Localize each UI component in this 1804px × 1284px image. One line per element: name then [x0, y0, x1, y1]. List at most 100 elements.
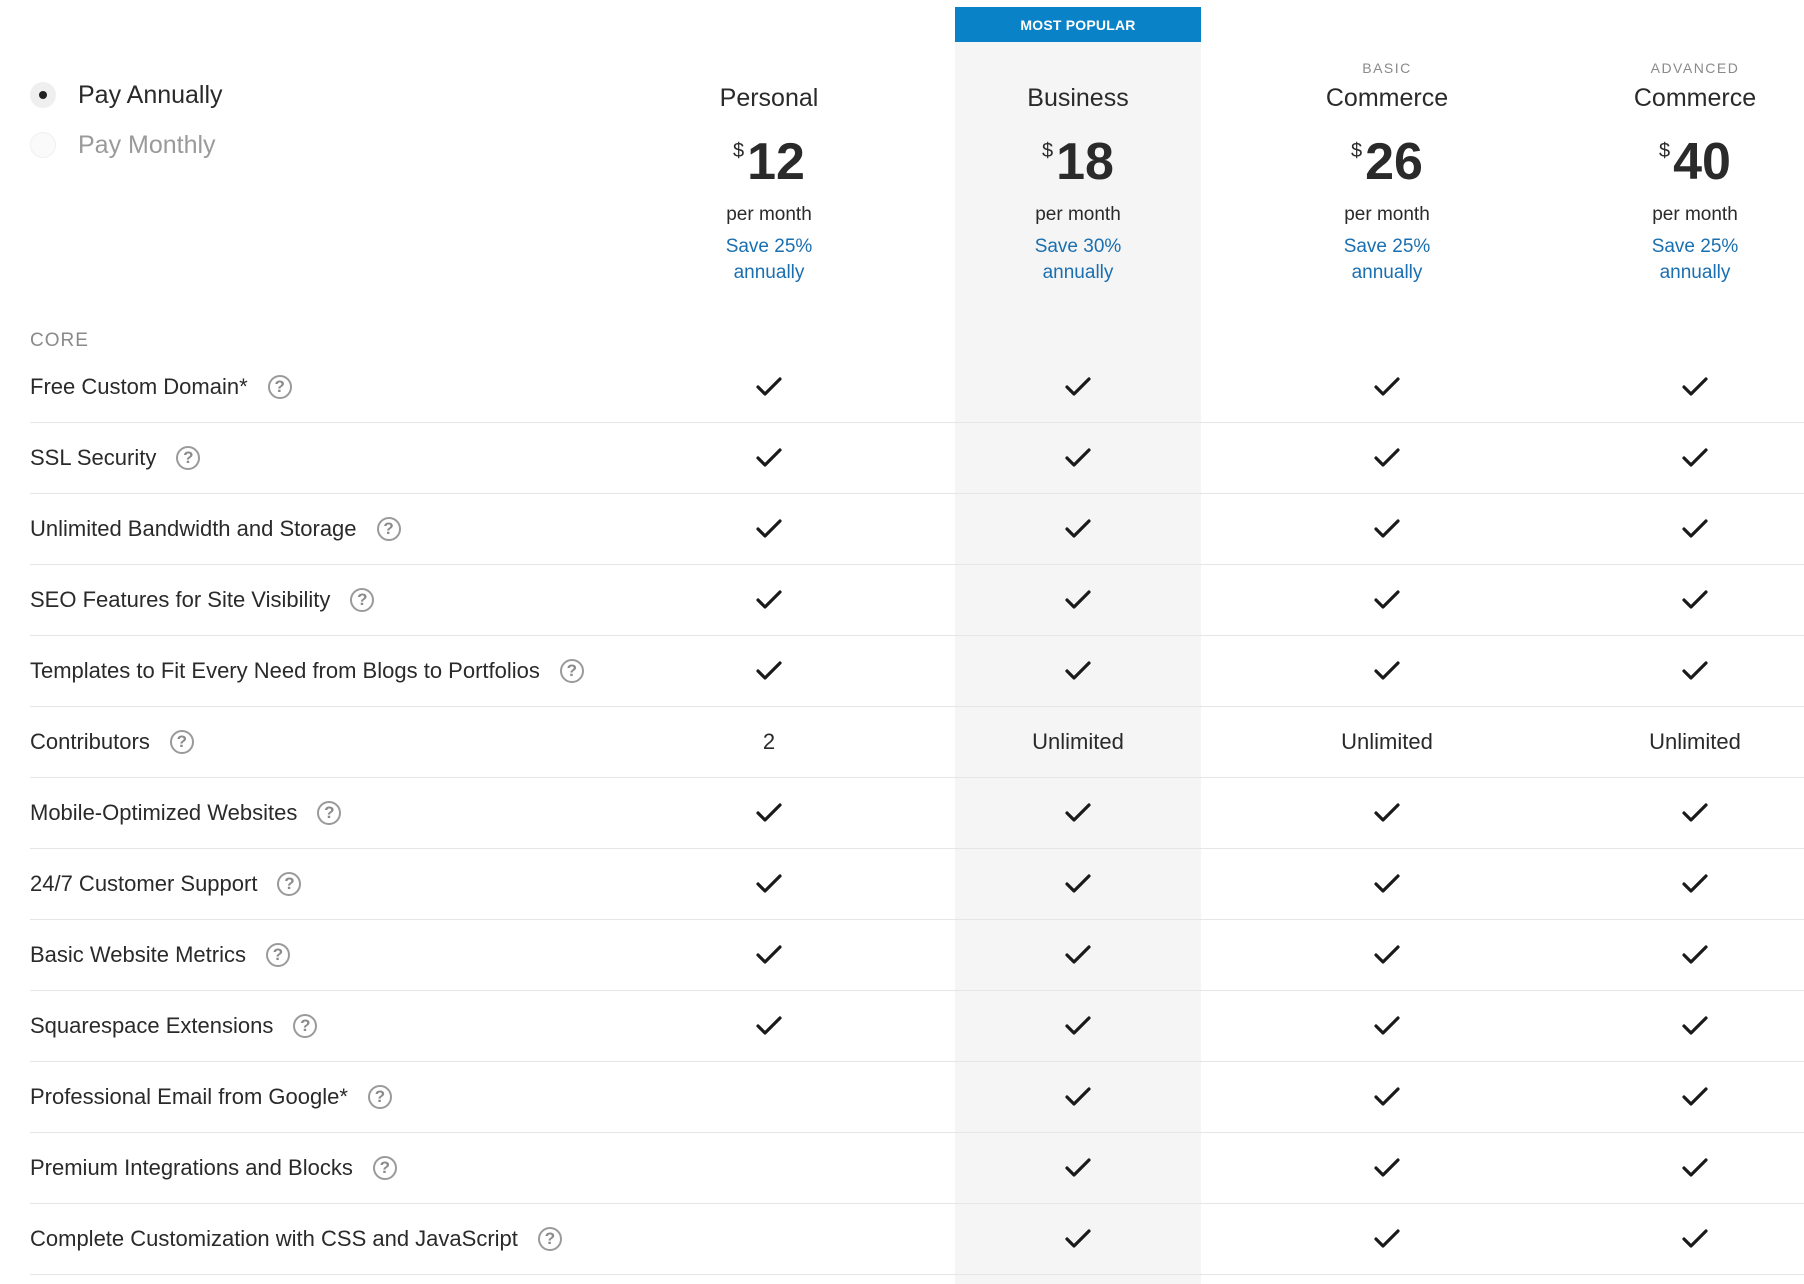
help-icon[interactable]: ? — [267, 375, 292, 399]
feature-name: SEO Features for Site Visibility? — [30, 565, 375, 635]
check-icon — [928, 352, 1228, 422]
check-icon — [1237, 423, 1537, 493]
pay-monthly-radio[interactable] — [30, 132, 56, 158]
check-icon — [928, 423, 1228, 493]
check-icon — [1545, 636, 1804, 706]
check-icon — [1237, 920, 1537, 990]
check-icon — [928, 1062, 1228, 1132]
feature-name: Premium Integrations and Blocks? — [30, 1133, 397, 1203]
table-row: Unlimited Bandwidth and Storage? — [30, 494, 1804, 565]
currency-symbol: $ — [1351, 140, 1363, 162]
feature-label: SEO Features for Site Visibility — [30, 587, 331, 612]
savings-line-2: annually — [1042, 262, 1114, 283]
check-icon — [1237, 991, 1537, 1061]
savings-note: Save 25% annually — [1237, 234, 1537, 286]
price-amount: 40 — [1673, 133, 1731, 191]
check-icon — [1545, 778, 1804, 848]
pay-annually-option[interactable]: Pay Annually — [30, 70, 223, 120]
pay-annually-radio[interactable] — [30, 82, 56, 108]
check-icon — [1545, 565, 1804, 635]
check-icon — [1237, 565, 1537, 635]
check-icon — [1545, 1062, 1804, 1132]
table-row: Basic Website Metrics? — [30, 920, 1804, 991]
savings-line-1: Save 25% — [1343, 236, 1431, 257]
check-icon — [1237, 849, 1537, 919]
table-row: Contributors? 2 Unlimited Unlimited Unlimite… — [30, 707, 1804, 778]
check-icon — [1237, 1204, 1537, 1274]
check-icon — [1237, 1062, 1537, 1132]
savings-line-1: Save 25% — [1651, 236, 1739, 257]
help-icon[interactable]: ? — [376, 517, 401, 541]
check-icon — [1545, 494, 1804, 564]
empty-cell — [619, 1062, 919, 1132]
feature-label: Premium Integrations and Blocks — [30, 1155, 353, 1180]
empty-cell — [619, 1133, 919, 1203]
check-icon — [928, 1204, 1228, 1274]
check-icon — [1545, 991, 1804, 1061]
check-icon — [619, 778, 919, 848]
pay-monthly-option[interactable]: Pay Monthly — [30, 120, 223, 170]
plan-price: $26 — [1237, 134, 1537, 190]
check-icon — [619, 849, 919, 919]
check-icon — [1237, 636, 1537, 706]
plan-price: $18 — [928, 134, 1228, 190]
billing-period: per month — [726, 204, 812, 225]
help-icon[interactable]: ? — [559, 659, 584, 683]
feature-name: Complete Customization with CSS and Java… — [30, 1204, 562, 1274]
help-icon[interactable]: ? — [317, 801, 342, 825]
help-icon[interactable]: ? — [372, 1156, 397, 1180]
help-icon[interactable]: ? — [293, 1014, 318, 1038]
feature-label: Complete Customization with CSS and Java… — [30, 1226, 518, 1251]
plan-commerce-advanced: ADVANCED Commerce $40 per month Save 25% annu… — [1545, 60, 1804, 286]
feature-label: Squarespace Extensions — [30, 1013, 274, 1038]
cell-value: 2 — [762, 729, 776, 754]
feature-name: Squarespace Extensions? — [30, 991, 318, 1061]
help-icon[interactable]: ? — [367, 1085, 392, 1109]
check-icon — [619, 352, 919, 422]
feature-name: Templates to Fit Every Need from Blogs t… — [30, 636, 584, 706]
check-icon — [928, 636, 1228, 706]
plan-tier: ADVANCED — [1650, 60, 1740, 76]
help-icon[interactable]: ? — [277, 872, 302, 896]
check-icon — [1237, 778, 1537, 848]
savings-line-2: annually — [1659, 262, 1731, 283]
pay-monthly-label: Pay Monthly — [78, 130, 216, 159]
check-icon — [1545, 849, 1804, 919]
feature-label: Unlimited Bandwidth and Storage — [30, 516, 357, 541]
check-icon — [928, 991, 1228, 1061]
check-icon — [928, 920, 1228, 990]
pay-annually-label: Pay Annually — [78, 80, 223, 109]
check-icon — [619, 423, 919, 493]
feature-name: Basic Website Metrics? — [30, 920, 290, 990]
plan-tier: BASIC — [1362, 60, 1412, 76]
feature-label: Templates to Fit Every Need from Blogs t… — [30, 658, 540, 683]
feature-name: Unlimited Bandwidth and Storage? — [30, 494, 401, 564]
feature-name: Free Custom Domain*? — [30, 352, 292, 422]
plan-commerce-basic: BASIC Commerce $26 per month Save 25% annuall… — [1237, 60, 1537, 286]
savings-line-2: annually — [733, 262, 805, 283]
help-icon[interactable]: ? — [176, 446, 201, 470]
check-icon — [619, 920, 919, 990]
cell-value: Unlimited — [1032, 729, 1124, 754]
check-icon — [928, 778, 1228, 848]
table-row: Free Custom Domain*? — [30, 352, 1804, 423]
price-amount: 12 — [747, 133, 805, 191]
help-icon[interactable]: ? — [169, 730, 194, 754]
savings-note: Save 25% annually — [1545, 234, 1804, 286]
table-row: Mobile-Optimized Websites? — [30, 778, 1804, 849]
plan-name: Business — [1027, 84, 1129, 112]
table-row: Premium Integrations and Blocks? — [30, 1133, 1804, 1204]
help-icon[interactable]: ? — [350, 588, 375, 612]
currency-symbol: $ — [1042, 140, 1054, 162]
check-icon — [619, 565, 919, 635]
help-icon[interactable]: ? — [537, 1227, 562, 1251]
feature-name: 24/7 Customer Support? — [30, 849, 302, 919]
savings-note: Save 30% annually — [928, 234, 1228, 286]
pricing-page: MOST POPULAR Pay Annually Pay Monthly Pe… — [0, 0, 1804, 1284]
plan-name: Commerce — [1633, 84, 1757, 112]
price-amount: 18 — [1056, 133, 1114, 191]
help-icon[interactable]: ? — [265, 943, 290, 967]
plan-name: Personal — [719, 84, 819, 112]
feature-table: Free Custom Domain*? SSL Security? Unlimit… — [30, 352, 1804, 1275]
table-row: 24/7 Customer Support? — [30, 849, 1804, 920]
